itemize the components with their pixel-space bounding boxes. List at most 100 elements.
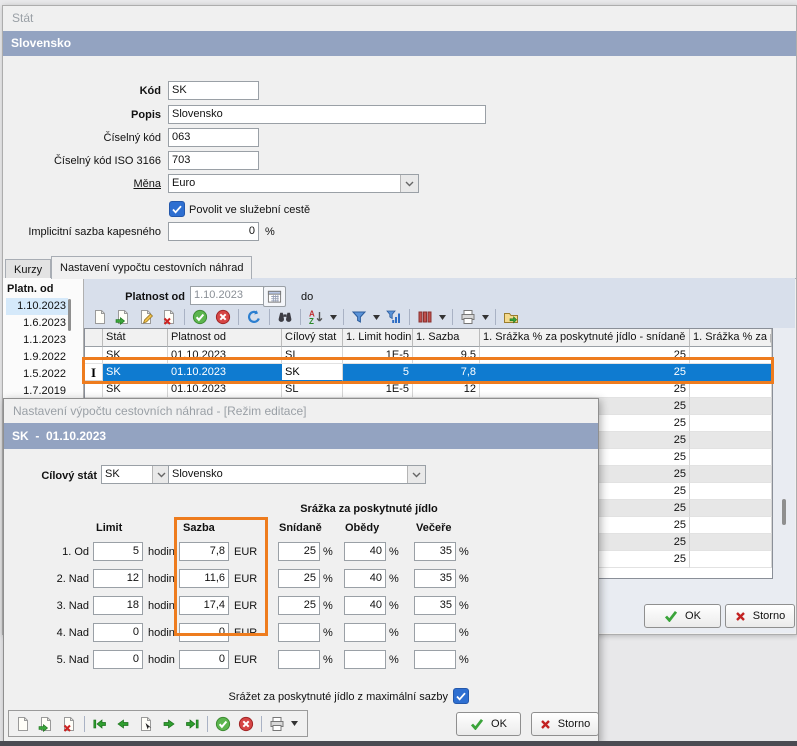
cancel-button[interactable] [212,307,234,328]
doc-new-button[interactable] [89,307,111,328]
column-header[interactable]: 1. Srážka % za poskytnuté jídlo - snídan… [480,329,690,347]
sazba-input[interactable]: 7,8 [179,542,229,561]
vecere-input[interactable]: 35 [414,596,456,615]
doc-copy-button[interactable] [112,307,134,328]
sort-az-button[interactable]: AZ [305,307,327,328]
apply-button[interactable] [189,307,211,328]
tab-kurzy[interactable]: Kurzy [5,259,51,279]
filter-graph-button[interactable] [383,307,405,328]
columns-button[interactable] [414,307,436,328]
nav-prev-button[interactable] [112,713,134,734]
mena-label[interactable]: Měna [3,176,161,192]
snidane-input[interactable] [278,623,320,642]
srazet-checkbox[interactable] [453,688,469,704]
obedy-input[interactable]: 40 [344,569,386,588]
ciselny-kod-input[interactable]: 063 [168,128,259,147]
column-header[interactable]: 1. Srážka % za pos [690,329,772,347]
chevron-down-icon [439,315,446,320]
table-cell [690,449,772,466]
obedy-input[interactable] [344,623,386,642]
iso-kod-input[interactable]: 703 [168,151,259,170]
doc-copy-button[interactable] [35,713,57,734]
ok-button[interactable]: OK [644,604,721,628]
table-row[interactable]: SK01.10.2023SL1E-51225 [85,381,772,398]
dialog-storno-button[interactable]: Storno [531,712,599,736]
table-row[interactable]: SK01.10.2023SI1E-59,525 [85,347,772,364]
dialog-ok-button[interactable]: OK [456,712,521,736]
validity-date-item[interactable]: 1.6.2023 [6,315,68,332]
storno-button[interactable]: Storno [725,604,795,628]
sazba-input[interactable]: 0 [179,650,229,669]
dropdown-arrow-button[interactable] [480,307,491,328]
obedy-input[interactable] [344,650,386,669]
validity-date-item[interactable]: 1.9.2022 [6,349,68,366]
table-row[interactable]: ISK01.10.2023SK57,825 [85,364,772,381]
sort-az-icon: AZ [308,309,324,325]
column-header[interactable]: 1. Sazba [413,329,480,347]
table-scrollbar-thumb[interactable] [782,499,786,525]
filter-button[interactable] [348,307,370,328]
vecere-input[interactable]: 35 [414,542,456,561]
snidane-input[interactable]: 25 [278,542,320,561]
snidane-input[interactable]: 25 [278,569,320,588]
kapesne-input[interactable]: 0 [168,222,259,241]
sazba-input[interactable]: 17,4 [179,596,229,615]
obedy-input[interactable]: 40 [344,542,386,561]
nav-next-button[interactable] [158,713,180,734]
vecere-input[interactable] [414,650,456,669]
column-header[interactable]: Platnost od [168,329,282,347]
column-header[interactable]: 1. Limit hodin [343,329,413,347]
dropdown-arrow-button[interactable] [371,307,382,328]
doc-delete-button[interactable] [158,307,180,328]
dropdown-arrow-button[interactable] [328,307,339,328]
column-header[interactable]: Stát [103,329,168,347]
dropdown-arrow-button[interactable] [437,307,448,328]
column-header[interactable]: Cílový stat [282,329,343,347]
povolit-checkbox[interactable] [169,201,185,217]
print-button[interactable] [457,307,479,328]
obedy-input[interactable]: 40 [344,596,386,615]
doc-edit-button[interactable] [135,307,157,328]
percent-label: % [459,571,469,587]
limit-input[interactable]: 5 [93,542,143,561]
calendar-button[interactable] [263,286,286,307]
nav-list-button[interactable] [135,713,157,734]
validity-date-item[interactable]: 1.1.2023 [6,332,68,349]
tab-nastaveni-nahrad[interactable]: Nastavení vypočtu cestovních náhrad [51,256,252,279]
dropdown-arrow-button[interactable] [289,713,300,734]
cilovy-stat-code-combobox[interactable]: SK [101,465,171,484]
apply-button[interactable] [212,713,234,734]
chevron-down-icon[interactable] [400,175,418,192]
export-button[interactable] [500,307,522,328]
validity-scrollbar-thumb[interactable] [68,299,71,331]
doc-delete-button[interactable] [58,713,80,734]
cilovy-stat-name-combobox[interactable]: Slovensko [168,465,426,484]
snidane-input[interactable] [278,650,320,669]
validity-date-item[interactable]: 1.10.2023 [6,298,68,315]
limit-input[interactable]: 12 [93,569,143,588]
kod-input[interactable]: SK [168,81,259,100]
chevron-down-icon[interactable] [407,466,425,483]
popis-input[interactable]: Slovensko [168,105,486,124]
vecere-input[interactable]: 35 [414,569,456,588]
print-button[interactable] [266,713,288,734]
check-icon [664,610,678,622]
cancel-button[interactable] [235,713,257,734]
limit-input[interactable]: 18 [93,596,143,615]
search-binoculars-button[interactable] [274,307,296,328]
doc-new-button[interactable] [12,713,34,734]
snidane-input[interactable]: 25 [278,596,320,615]
platnost-od-input[interactable]: 1.10.2023 [190,286,264,305]
nav-first-button[interactable] [89,713,111,734]
limit-input[interactable]: 0 [93,623,143,642]
column-header[interactable] [85,329,103,347]
vecere-input[interactable] [414,623,456,642]
validity-date-item[interactable]: 1.5.2022 [6,366,68,383]
sazba-column-header: Sazba [183,520,215,536]
limit-input[interactable]: 0 [93,650,143,669]
refresh-button[interactable] [243,307,265,328]
sazba-input[interactable]: 11,6 [179,569,229,588]
nav-last-button[interactable] [181,713,203,734]
sazba-input[interactable]: 0 [179,623,229,642]
mena-combobox[interactable]: Euro [168,174,419,193]
